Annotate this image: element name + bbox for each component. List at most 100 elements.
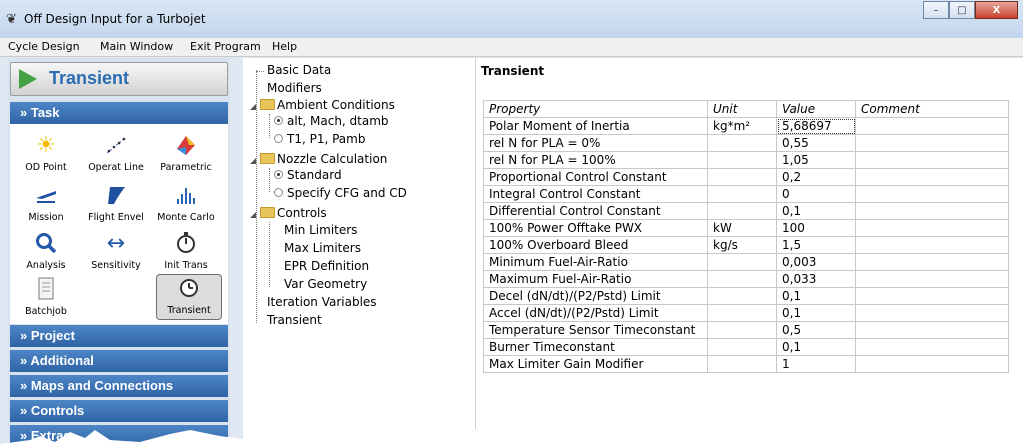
- section-additional[interactable]: » Additional: [10, 350, 228, 372]
- radio-label: Specify CFG and CD: [287, 186, 407, 200]
- cell-comment[interactable]: [855, 117, 1009, 135]
- menu-cycle-design[interactable]: Cycle Design: [8, 40, 80, 53]
- minimize-button[interactable]: –: [923, 1, 949, 19]
- cell-comment[interactable]: [855, 287, 1009, 305]
- table-row[interactable]: Differential Control Constant 0,1: [483, 202, 1009, 220]
- tool-operat-line[interactable]: Operat Line: [82, 132, 150, 173]
- tree-var-geometry[interactable]: Var Geometry: [284, 277, 367, 291]
- tool-parametric[interactable]: Parametric: [152, 132, 220, 173]
- cell-comment[interactable]: [855, 304, 1009, 322]
- radio-standard[interactable]: Standard: [274, 168, 342, 182]
- table-row[interactable]: Proportional Control Constant 0,2: [483, 168, 1009, 186]
- collapse-triangle-icon[interactable]: ◢: [250, 102, 260, 111]
- tool-analysis[interactable]: Analysis: [12, 230, 80, 271]
- cell-comment[interactable]: [855, 151, 1009, 169]
- cell-value[interactable]: 0: [776, 185, 856, 203]
- table-row[interactable]: rel N for PLA = 100% 1,05: [483, 151, 1009, 169]
- menu-help[interactable]: Help: [272, 40, 297, 53]
- maximize-button[interactable]: □: [949, 1, 975, 19]
- tree-epr-definition[interactable]: EPR Definition: [284, 259, 369, 273]
- table-row[interactable]: Maximum Fuel-Air-Ratio 0,033: [483, 270, 1009, 288]
- tree-modifiers[interactable]: Modifiers: [256, 81, 322, 95]
- tool-init-trans[interactable]: Init Trans: [152, 230, 220, 271]
- tool-od-point[interactable]: ☀ OD Point: [12, 132, 80, 174]
- cell-comment[interactable]: [855, 355, 1009, 373]
- cell-property: 100% Power Offtake PWX: [483, 219, 708, 237]
- header-property: Property: [483, 100, 708, 118]
- cell-value[interactable]: 0,55: [776, 134, 856, 152]
- section-project[interactable]: » Project: [10, 325, 228, 347]
- tree-ambient-conditions[interactable]: ◢ Ambient Conditions: [250, 98, 395, 112]
- cell-property: Maximum Fuel-Air-Ratio: [483, 270, 708, 288]
- cell-comment[interactable]: [855, 202, 1009, 220]
- table-row[interactable]: Minimum Fuel-Air-Ratio 0,003: [483, 253, 1009, 271]
- table-row[interactable]: Temperature Sensor Timeconstant 0,5: [483, 321, 1009, 339]
- section-maps-and-connections[interactable]: » Maps and Connections: [10, 375, 228, 397]
- tool-sensitivity[interactable]: ↔ Sensitivity: [82, 230, 150, 272]
- radio-unselected-icon: [274, 134, 283, 143]
- radio-alt-mach-dtamb[interactable]: alt, Mach, dtamb: [274, 114, 389, 128]
- cell-unit: [707, 287, 777, 305]
- cell-comment[interactable]: [855, 236, 1009, 254]
- cell-value[interactable]: 0,1: [776, 202, 856, 220]
- tool-monte-carlo[interactable]: Monte Carlo: [152, 182, 220, 223]
- cell-value[interactable]: 1,05: [776, 151, 856, 169]
- tool-batchjob[interactable]: Batchjob: [12, 276, 80, 317]
- section-task[interactable]: » Task: [10, 102, 228, 124]
- tree-transient[interactable]: Transient: [267, 313, 322, 327]
- cell-comment[interactable]: [855, 253, 1009, 271]
- cell-comment[interactable]: [855, 270, 1009, 288]
- tool-mission[interactable]: Mission: [12, 182, 80, 223]
- cell-value[interactable]: 1: [776, 355, 856, 373]
- tool-label: Init Trans: [164, 260, 208, 271]
- transient-run-button[interactable]: Transient: [10, 62, 228, 96]
- cell-unit: [707, 338, 777, 356]
- cell-value[interactable]: 0,1: [776, 338, 856, 356]
- table-row[interactable]: rel N for PLA = 0% 0,55: [483, 134, 1009, 152]
- cell-value[interactable]: 100: [776, 219, 856, 237]
- table-row[interactable]: 100% Power Offtake PWX kW 100: [483, 219, 1009, 237]
- play-icon: [19, 69, 37, 89]
- header-comment: Comment: [855, 100, 1009, 118]
- table-row[interactable]: Accel (dN/dt)/(P2/Pstd) Limit 0,1: [483, 304, 1009, 322]
- cell-value[interactable]: 0,1: [776, 287, 856, 305]
- tree-basic-data[interactable]: Basic Data: [256, 63, 331, 77]
- cell-comment[interactable]: [855, 321, 1009, 339]
- collapse-triangle-icon[interactable]: ◢: [250, 156, 260, 165]
- tree-nozzle-calculation[interactable]: ◢ Nozzle Calculation: [250, 152, 387, 166]
- radio-t1-p1-pamb[interactable]: T1, P1, Pamb: [274, 132, 365, 146]
- cell-comment[interactable]: [855, 219, 1009, 237]
- cell-value[interactable]: 0,033: [776, 270, 856, 288]
- table-row[interactable]: Burner Timeconstant 0,1: [483, 338, 1009, 356]
- cell-value[interactable]: 0,1: [776, 304, 856, 322]
- tool-transient[interactable]: Transient: [156, 274, 222, 320]
- tree-controls[interactable]: ◢ Controls: [250, 206, 327, 220]
- cell-value[interactable]: 0,2: [776, 168, 856, 186]
- collapse-triangle-icon[interactable]: ◢: [250, 210, 260, 219]
- table-row[interactable]: Decel (dN/dt)/(P2/Pstd) Limit 0,1: [483, 287, 1009, 305]
- cell-comment[interactable]: [855, 168, 1009, 186]
- cell-comment[interactable]: [855, 134, 1009, 152]
- cell-unit: [707, 321, 777, 339]
- cell-value[interactable]: 0,5: [776, 321, 856, 339]
- cell-unit: [707, 355, 777, 373]
- cell-unit: kg/s: [707, 236, 777, 254]
- table-row[interactable]: Polar Moment of Inertia kg*m² 5,68697: [483, 117, 1009, 135]
- tree-min-limiters[interactable]: Min Limiters: [284, 223, 357, 237]
- cell-comment[interactable]: [855, 338, 1009, 356]
- table-row[interactable]: 100% Overboard Bleed kg/s 1,5: [483, 236, 1009, 254]
- cell-value[interactable]: 0,003: [776, 253, 856, 271]
- cell-value[interactable]: 5,68697: [776, 117, 856, 135]
- tree-iteration-variables[interactable]: Iteration Variables: [267, 295, 377, 309]
- tool-flight-envel[interactable]: Flight Envel: [82, 182, 150, 223]
- radio-specify-cfg-cd[interactable]: Specify CFG and CD: [274, 186, 407, 200]
- menu-exit-program[interactable]: Exit Program: [190, 40, 261, 53]
- tree-max-limiters[interactable]: Max Limiters: [284, 241, 361, 255]
- radio-selected-icon: [274, 116, 283, 125]
- table-row[interactable]: Integral Control Constant 0: [483, 185, 1009, 203]
- menu-main-window[interactable]: Main Window: [100, 40, 173, 53]
- cell-comment[interactable]: [855, 185, 1009, 203]
- cell-value[interactable]: 1,5: [776, 236, 856, 254]
- close-button[interactable]: X: [975, 1, 1018, 19]
- table-row[interactable]: Max Limiter Gain Modifier 1: [483, 355, 1009, 373]
